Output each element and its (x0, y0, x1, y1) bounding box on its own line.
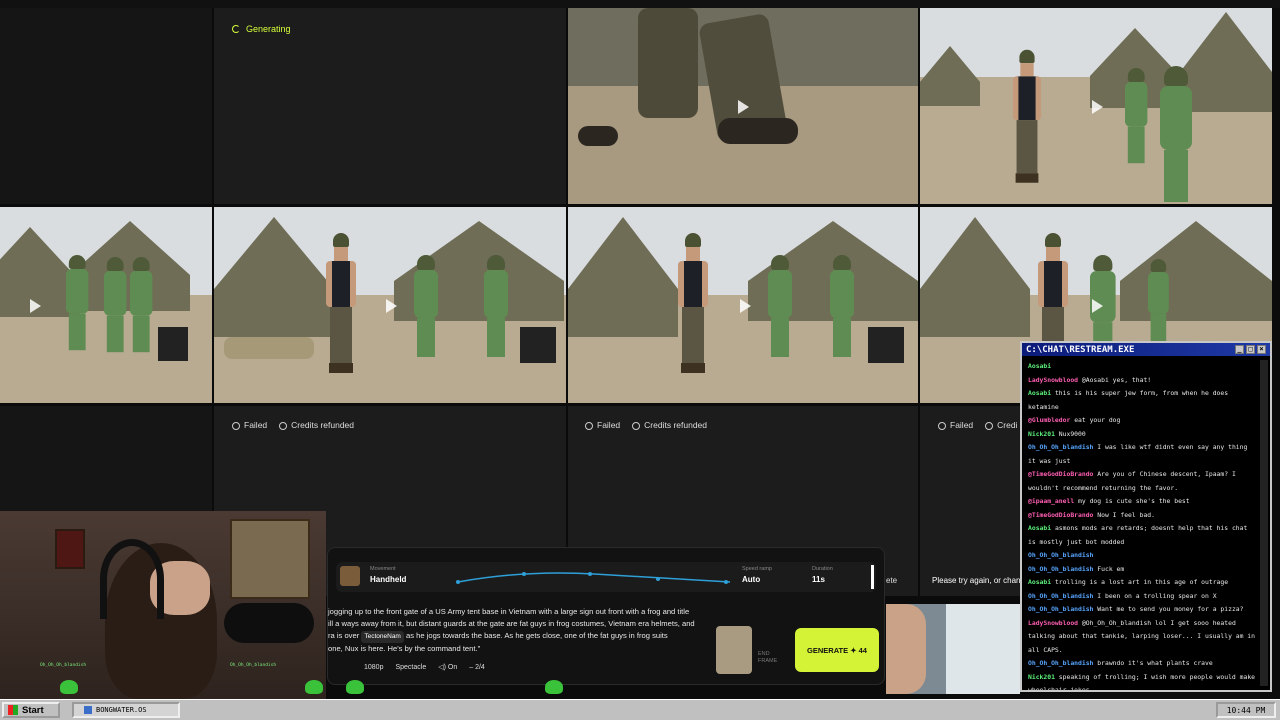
end-frame-slot[interactable]: END FRAME (758, 651, 788, 665)
background-video-strip (886, 604, 1020, 694)
panel-options-row: 1080p Spectacle ◁) On – 2/4 (328, 661, 578, 673)
frog-icon (305, 680, 323, 694)
chat-message: Oh_Oh_Oh_blandish Want me to send you mo… (1028, 605, 1244, 613)
chat-message: Aosabi asmons mods are retards; doesnt h… (1028, 524, 1248, 546)
movement-label: Movement (370, 566, 396, 572)
close-icon[interactable]: × (1257, 345, 1266, 354)
chat-message: Aosabi this is his super jew form, from … (1028, 389, 1229, 411)
generate-button[interactable]: GENERATE ✦ 44 (795, 628, 879, 672)
count-stepper[interactable]: – 2/4 (469, 664, 485, 671)
system-clock: 10:44 PM (1216, 702, 1276, 718)
overlay-username: Oh_Oh_Oh_blandish (230, 663, 277, 668)
frog-icon (346, 680, 364, 694)
maximize-icon[interactable]: □ (1246, 345, 1255, 354)
speed-ramp-label: Speed ramp (742, 566, 772, 572)
close-circle-icon (938, 421, 946, 430)
chat-message: Oh_Oh_Oh_blandish I was like wtf didnt e… (1028, 443, 1248, 465)
wall-picture (55, 529, 85, 569)
speed-ramp-select[interactable]: Auto (742, 575, 760, 584)
info-icon (985, 421, 994, 430)
play-icon (1092, 299, 1103, 313)
chat-message: @Glumbledor eat your dog (1028, 416, 1121, 424)
retry-message: Please try again, or chan (932, 576, 1021, 585)
failed-status-3: Failed Credi (938, 420, 1017, 430)
chat-message: Oh_Oh_Oh_blandish (1028, 551, 1094, 559)
close-circle-icon (585, 421, 593, 430)
play-icon (386, 299, 397, 313)
minimize-icon[interactable]: _ (1235, 345, 1244, 354)
failed-status-2: Failed Credits refunded (585, 420, 707, 430)
video-cell-empty (0, 8, 212, 204)
delete-button-fragment[interactable]: ete (886, 576, 897, 585)
wall-painting (230, 519, 310, 599)
resolution-button[interactable]: 1080p (364, 664, 383, 671)
windows-logo-icon (8, 705, 18, 715)
overlay-username: Oh_Oh_Oh_blandish (40, 663, 87, 668)
chat-message: @TimeGodDioBrando Are you of Chinese des… (1028, 470, 1236, 492)
start-label: Start (22, 704, 44, 716)
start-frame-thumbnail[interactable] (716, 626, 752, 674)
speed-curve-graph[interactable] (454, 566, 734, 590)
duration-slider-handle[interactable] (871, 565, 874, 589)
chat-message: Aosabi (1028, 362, 1052, 370)
microphone-icon (224, 603, 314, 643)
window-icon (84, 706, 92, 714)
mention-chip[interactable]: TectoneNam (361, 631, 404, 643)
chat-message: Oh_Oh_Oh_blandish Fuck em (1028, 564, 1125, 573)
close-circle-icon (232, 421, 240, 430)
chat-message: Nick201 speaking of trolling; I wish mor… (1028, 672, 1256, 691)
video-thumbnail-camp-3[interactable] (568, 207, 918, 403)
play-icon (30, 299, 41, 313)
chat-title: C:\CHAT\RESTREAM.EXE (1026, 344, 1135, 355)
chat-message: Aosabi trolling is a lost art in this ag… (1028, 578, 1229, 586)
start-button[interactable]: Start (2, 702, 60, 718)
chat-message: Nick201 Nux9000 (1028, 429, 1086, 438)
play-icon (740, 299, 751, 313)
webcam-overlay: Oh_Oh_Oh_blandish Oh_Oh_Oh_blandish (0, 511, 326, 699)
generating-label: Generating (246, 24, 291, 34)
info-icon (279, 421, 288, 430)
taskbar-window-button[interactable]: BONGWATER.OS (72, 702, 180, 718)
prompt-input[interactable]: jogging up to the front gate of a US Arm… (328, 606, 716, 655)
top-strip (0, 0, 1280, 8)
frog-icon (545, 680, 563, 694)
chat-message: @TimeGodDioBrando Now I feel bad. (1028, 510, 1155, 519)
generation-panel: Movement Handheld Speed ramp Auto Durati… (327, 547, 885, 685)
movement-select[interactable]: Handheld (370, 575, 406, 584)
chat-message: LadySnowblood @Oh_Oh_Oh_blandish lol I g… (1028, 618, 1256, 654)
video-thumbnail-camp-road[interactable] (920, 8, 1272, 204)
taskbar-window-label: BONGWATER.OS (96, 706, 147, 714)
duration-select[interactable]: 11s (812, 575, 825, 584)
camera-settings-row: Movement Handheld Speed ramp Auto Durati… (336, 562, 876, 592)
play-icon (738, 100, 749, 114)
info-icon (632, 421, 641, 430)
generating-status: Generating (232, 24, 291, 34)
video-thumbnail-camp-2[interactable] (214, 207, 566, 403)
spinner-icon (232, 25, 240, 33)
audio-toggle[interactable]: ◁) On (438, 663, 457, 671)
chat-window: C:\CHAT\RESTREAM.EXE _ □ × Aosabi LadySn… (1020, 341, 1272, 692)
taskbar: Start BONGWATER.OS 10:44 PM (0, 699, 1280, 720)
duration-label: Duration (812, 566, 833, 572)
failed-status-1: Failed Credits refunded (232, 420, 354, 430)
chat-message: Oh_Oh_Oh_blandish I been on a trolling s… (1028, 591, 1217, 600)
desktop: Generating Please try again, or chan Fai… (0, 0, 1280, 720)
chat-message: @ipaam_anell my dog is cute she's the be… (1028, 497, 1190, 505)
video-cell-generating: Generating (214, 8, 566, 204)
headset-icon (100, 539, 164, 619)
movement-thumbnail (340, 566, 360, 586)
frog-icon (60, 680, 78, 694)
chat-message: LadySnowblood @Aosabi yes, that! (1028, 375, 1152, 384)
chat-message: Oh_Oh_Oh_blandish brawndo it's what plan… (1028, 659, 1213, 667)
chat-scrollbar[interactable] (1260, 360, 1268, 686)
chat-titlebar[interactable]: C:\CHAT\RESTREAM.EXE _ □ × (1022, 343, 1270, 356)
chat-messages: Aosabi LadySnowblood @Aosabi yes, that! … (1022, 356, 1270, 690)
video-thumbnail-boots[interactable] (568, 8, 918, 204)
play-icon (1092, 100, 1103, 114)
style-button[interactable]: Spectacle (395, 664, 426, 671)
video-thumbnail-camp-1[interactable] (0, 207, 212, 403)
